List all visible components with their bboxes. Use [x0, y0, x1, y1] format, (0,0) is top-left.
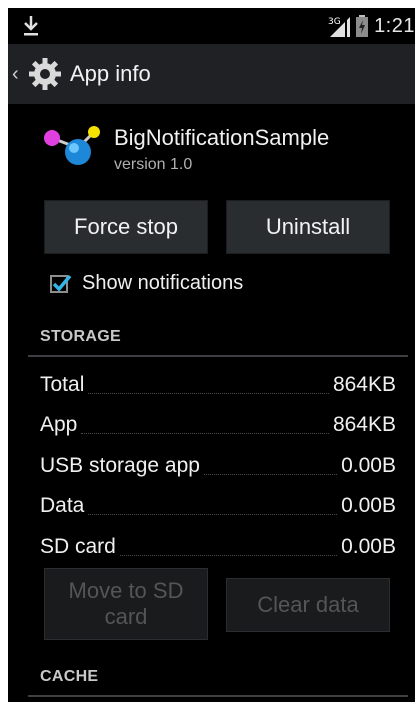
dotted-leader: [81, 432, 329, 434]
storage-row-sd-card: SD card 0.00B: [40, 530, 396, 560]
download-icon: [24, 16, 38, 36]
gear-icon[interactable]: [28, 57, 62, 91]
uninstall-button[interactable]: Uninstall: [226, 200, 390, 254]
storage-row-label: App: [40, 413, 78, 436]
action-bar-title: App info: [70, 61, 151, 86]
storage-row-value: 0.00B: [341, 535, 396, 558]
show-notifications-label: Show notifications: [82, 272, 244, 294]
app-name: BigNotificationSample: [114, 125, 330, 150]
dotted-leader: [88, 513, 338, 515]
show-notifications-checkbox[interactable]: [50, 273, 72, 295]
storage-row-label: Data: [40, 494, 85, 517]
storage-row-label: USB storage app: [40, 454, 200, 477]
status-bar: 3G 1:21: [8, 8, 415, 44]
molecule-app-icon: [44, 126, 100, 165]
dotted-leader: [88, 392, 329, 394]
network-type-label: 3G: [328, 17, 341, 27]
show-notifications-row[interactable]: Show notifications: [50, 272, 243, 295]
cache-section-header: CACHE: [40, 668, 99, 685]
cache-divider: [28, 695, 408, 697]
status-clock: 1:21: [374, 14, 415, 37]
battery-icon: [356, 15, 369, 37]
move-to-sd-button[interactable]: Move to SD card: [44, 568, 208, 640]
storage-divider: [28, 355, 408, 357]
app-version: version 1.0: [114, 156, 193, 173]
up-navigation-icon[interactable]: ‹: [12, 64, 24, 84]
dotted-leader: [119, 554, 338, 556]
force-stop-button[interactable]: Force stop: [44, 200, 208, 254]
signal-icon: 3G: [328, 17, 351, 37]
storage-row-label: Total: [40, 373, 85, 396]
dotted-leader: [203, 473, 338, 475]
storage-row-data: Data 0.00B: [40, 489, 396, 519]
storage-row-value: 0.00B: [341, 454, 396, 477]
storage-row-usb: USB storage app 0.00B: [40, 449, 396, 479]
storage-row-app: App 864KB: [40, 408, 396, 438]
action-bar: ‹ App info: [8, 44, 415, 104]
app-header: BigNotificationSample version 1.0: [40, 122, 329, 186]
status-icons: 3G 1:21: [328, 12, 415, 40]
storage-row-value: 0.00B: [341, 494, 396, 517]
app-info-screen: 3G 1:21 ‹ App info BigNotificationSample…: [8, 8, 415, 702]
storage-row-label: SD card: [40, 535, 116, 558]
storage-row-value: 864KB: [332, 413, 396, 436]
storage-row-total: Total 864KB: [40, 368, 396, 398]
clear-data-button[interactable]: Clear data: [226, 578, 390, 632]
storage-section-header: STORAGE: [40, 328, 121, 345]
storage-row-value: 864KB: [332, 373, 396, 396]
